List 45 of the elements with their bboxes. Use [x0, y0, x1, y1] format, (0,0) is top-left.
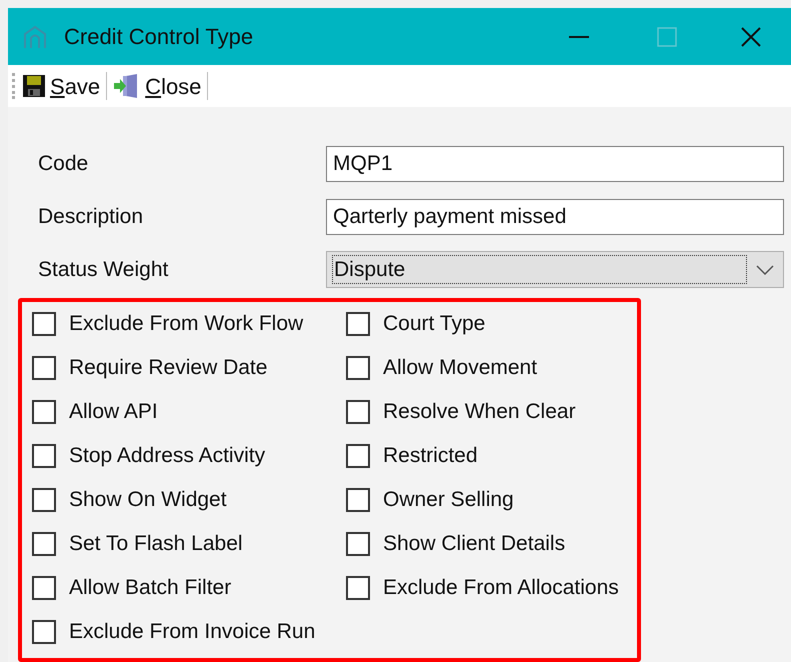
- option-checkbox[interactable]: Exclude From Allocations: [346, 566, 619, 610]
- checkbox[interactable]: [346, 576, 370, 600]
- field-label: Status Weight: [37, 256, 170, 283]
- option-checkbox[interactable]: Court Type: [346, 302, 619, 346]
- checkbox[interactable]: [346, 532, 370, 556]
- checkbox[interactable]: [346, 444, 370, 468]
- option-checkbox[interactable]: Resolve When Clear: [346, 390, 619, 434]
- save-button[interactable]: Save: [16, 69, 106, 103]
- option-checkbox[interactable]: Stop Address Activity: [32, 434, 346, 478]
- checkbox[interactable]: [32, 312, 56, 336]
- chevron-down-icon: [756, 264, 774, 274]
- house-icon: [22, 24, 48, 50]
- option-checkbox[interactable]: Allow Batch Filter: [32, 566, 346, 610]
- option-checkbox[interactable]: Require Review Date: [32, 346, 346, 390]
- checkbox[interactable]: [346, 356, 370, 380]
- checkbox[interactable]: [32, 620, 56, 644]
- checkbox[interactable]: [346, 312, 370, 336]
- option-checkbox[interactable]: Show On Widget: [32, 478, 346, 522]
- option-checkbox[interactable]: Exclude From Invoice Run: [32, 610, 346, 654]
- checkbox[interactable]: [32, 488, 56, 512]
- option-checkbox[interactable]: Exclude From Work Flow: [32, 302, 346, 346]
- option-checkbox[interactable]: Set To Flash Label: [32, 522, 346, 566]
- text-field[interactable]: MQP1: [326, 146, 784, 182]
- field-label: Description: [37, 204, 144, 230]
- checkbox[interactable]: [346, 488, 370, 512]
- option-checkbox[interactable]: Allow Movement: [346, 346, 619, 390]
- checkbox[interactable]: [32, 576, 56, 600]
- maximize-icon: [657, 26, 677, 46]
- option-checkbox[interactable]: Allow API: [32, 390, 346, 434]
- status-weight-dropdown[interactable]: Dispute: [326, 251, 784, 288]
- option-checkbox[interactable]: Restricted: [346, 434, 619, 478]
- close-icon: [741, 26, 761, 46]
- checkbox[interactable]: [32, 532, 56, 556]
- grip-icon: [12, 73, 16, 99]
- checkbox[interactable]: [32, 444, 56, 468]
- field-label: Code: [37, 150, 90, 177]
- option-checkbox[interactable]: Owner Selling: [346, 478, 619, 522]
- checkbox[interactable]: [346, 400, 370, 424]
- option-checkbox[interactable]: Show Client Details: [346, 522, 619, 566]
- window-title: Credit Control Type: [64, 23, 254, 51]
- text-field[interactable]: Qarterly payment missed: [326, 198, 784, 234]
- checkbox[interactable]: [32, 400, 56, 424]
- close-button[interactable]: Close: [107, 69, 208, 103]
- checkbox[interactable]: [32, 356, 56, 380]
- minimize-icon: [569, 36, 589, 38]
